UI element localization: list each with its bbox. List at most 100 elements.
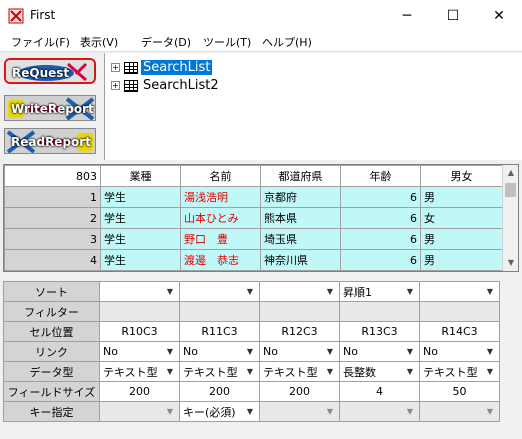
chevron-down-icon[interactable]: ▼: [404, 367, 416, 376]
data-type-select[interactable]: テキスト型 ▼: [179, 361, 260, 382]
table-row[interactable]: 2 学生 山本ひとみ 熊本県 6 女: [4, 207, 503, 229]
scroll-down-icon[interactable]: ▼: [503, 255, 518, 271]
filter-field[interactable]: [339, 301, 420, 322]
vertical-scrollbar[interactable]: ▲ ▼: [502, 165, 518, 271]
sort-select[interactable]: ▼: [179, 281, 260, 302]
menu-file[interactable]: ファイル(F): [11, 34, 70, 50]
table-cell[interactable]: 湯浅浩明: [180, 186, 261, 208]
table-cell[interactable]: 男: [420, 249, 503, 271]
chevron-down-icon[interactable]: ▼: [484, 287, 496, 296]
write-report-button[interactable]: WriteReport: [4, 95, 96, 121]
data-type-select[interactable]: テキスト型 ▼: [259, 361, 340, 382]
chevron-down-icon[interactable]: ▼: [244, 347, 256, 356]
table-row[interactable]: 1 学生 湯浅浩明 京都府 6 男: [4, 186, 503, 208]
chevron-down-icon[interactable]: ▼: [404, 287, 416, 296]
sort-select[interactable]: ▼: [259, 281, 340, 302]
table-cell[interactable]: 学生: [100, 228, 181, 250]
data-grid[interactable]: 803 業種 名前 都道府県 年齢 男女 1 学生 湯浅浩明 京都府 6 男 2…: [3, 164, 519, 272]
column-header[interactable]: 名前: [180, 165, 261, 187]
table-cell[interactable]: 学生: [100, 249, 181, 271]
filter-field[interactable]: [419, 301, 500, 322]
field-size-value[interactable]: 4: [339, 381, 420, 402]
field-size-value[interactable]: 50: [419, 381, 500, 402]
table-cell[interactable]: 学生: [100, 207, 181, 229]
menu-help[interactable]: ヘルプ(H): [262, 34, 312, 50]
field-size-value[interactable]: 200: [179, 381, 260, 402]
table-cell[interactable]: 男: [420, 228, 503, 250]
chevron-down-icon[interactable]: ▼: [324, 347, 336, 356]
chevron-down-icon[interactable]: ▼: [324, 287, 336, 296]
cell-position-value[interactable]: R12C3: [259, 321, 340, 342]
request-button[interactable]: ReQuest: [4, 58, 96, 84]
menu-data[interactable]: データ(D): [141, 34, 191, 50]
chevron-down-icon[interactable]: ▼: [484, 347, 496, 356]
table-row[interactable]: 4 学生 渡邊 恭志 神奈川県 6 男: [4, 249, 503, 271]
filter-field[interactable]: [179, 301, 260, 322]
sort-select[interactable]: 昇順1 ▼: [339, 281, 420, 302]
sort-select[interactable]: ▼: [99, 281, 180, 302]
cell-position-value[interactable]: R10C3: [99, 321, 180, 342]
column-header[interactable]: 男女: [420, 165, 503, 187]
data-type-select[interactable]: テキスト型 ▼: [99, 361, 180, 382]
chevron-down-icon[interactable]: ▼: [244, 367, 256, 376]
table-cell[interactable]: 熊本県: [260, 207, 341, 229]
cell-position-value[interactable]: R14C3: [419, 321, 500, 342]
chevron-down-icon[interactable]: ▼: [324, 367, 336, 376]
close-button[interactable]: ✕: [476, 0, 522, 31]
key-select[interactable]: キー(必須) ▼: [179, 401, 260, 422]
table-row[interactable]: 3 学生 野口 豊 埼玉県 6 男: [4, 228, 503, 250]
maximize-button[interactable]: ☐: [430, 0, 476, 31]
cell-position-value[interactable]: R13C3: [339, 321, 420, 342]
table-cell[interactable]: 男: [420, 186, 503, 208]
link-select[interactable]: No ▼: [259, 341, 340, 362]
chevron-down-icon[interactable]: ▼: [324, 407, 336, 416]
table-cell[interactable]: 渡邊 恭志: [180, 249, 261, 271]
filter-field[interactable]: [259, 301, 340, 322]
key-select[interactable]: ▼: [99, 401, 180, 422]
table-cell[interactable]: 女: [420, 207, 503, 229]
table-cell[interactable]: 6: [340, 228, 421, 250]
key-select[interactable]: ▼: [259, 401, 340, 422]
data-type-select[interactable]: テキスト型 ▼: [419, 361, 500, 382]
key-select[interactable]: ▼: [419, 401, 500, 422]
column-header[interactable]: 都道府県: [260, 165, 341, 187]
column-header[interactable]: 年齢: [340, 165, 421, 187]
chevron-down-icon[interactable]: ▼: [244, 287, 256, 296]
scroll-thumb[interactable]: [505, 183, 516, 197]
link-select[interactable]: No ▼: [99, 341, 180, 362]
chevron-down-icon[interactable]: ▼: [404, 407, 416, 416]
read-report-button[interactable]: ReadReport: [4, 128, 96, 154]
menu-view[interactable]: 表示(V): [80, 34, 118, 50]
chevron-down-icon[interactable]: ▼: [484, 407, 496, 416]
table-cell[interactable]: 学生: [100, 186, 181, 208]
tree-item-searchlist[interactable]: + SearchList: [111, 59, 213, 76]
expand-icon[interactable]: +: [111, 63, 120, 72]
table-cell[interactable]: 埼玉県: [260, 228, 341, 250]
cell-position-value[interactable]: R11C3: [179, 321, 260, 342]
chevron-down-icon[interactable]: ▼: [164, 407, 176, 416]
tree-item-searchlist2[interactable]: + SearchList2: [111, 77, 221, 94]
column-header[interactable]: 業種: [100, 165, 181, 187]
table-cell[interactable]: 6: [340, 249, 421, 271]
chevron-down-icon[interactable]: ▼: [404, 347, 416, 356]
link-select[interactable]: No ▼: [339, 341, 420, 362]
expand-icon[interactable]: +: [111, 81, 120, 90]
scroll-up-icon[interactable]: ▲: [503, 165, 518, 181]
table-cell[interactable]: 京都府: [260, 186, 341, 208]
table-cell[interactable]: 6: [340, 207, 421, 229]
table-cell[interactable]: 神奈川県: [260, 249, 341, 271]
key-select[interactable]: ▼: [339, 401, 420, 422]
chevron-down-icon[interactable]: ▼: [484, 367, 496, 376]
sort-select[interactable]: ▼: [419, 281, 500, 302]
field-size-value[interactable]: 200: [99, 381, 180, 402]
table-cell[interactable]: 山本ひとみ: [180, 207, 261, 229]
link-select[interactable]: No ▼: [419, 341, 500, 362]
filter-field[interactable]: [99, 301, 180, 322]
chevron-down-icon[interactable]: ▼: [164, 347, 176, 356]
field-size-value[interactable]: 200: [259, 381, 340, 402]
chevron-down-icon[interactable]: ▼: [244, 407, 256, 416]
chevron-down-icon[interactable]: ▼: [164, 367, 176, 376]
table-cell[interactable]: 野口 豊: [180, 228, 261, 250]
menu-tools[interactable]: ツール(T): [203, 34, 251, 50]
link-select[interactable]: No ▼: [179, 341, 260, 362]
